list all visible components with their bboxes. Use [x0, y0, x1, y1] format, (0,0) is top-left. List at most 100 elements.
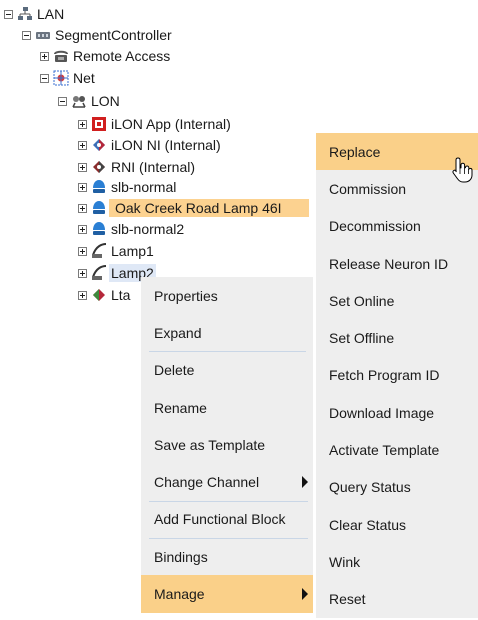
menu-item-add-functional-block[interactable]: Add Functional Block [141, 501, 314, 538]
tree-node-lamp1[interactable]: Lamp1 [78, 241, 156, 261]
menu-item-label: Bindings [154, 548, 208, 565]
collapse-icon[interactable] [40, 73, 49, 83]
submenu-item-activate-template[interactable]: Activate Template [316, 431, 478, 468]
controller-icon [35, 27, 51, 43]
menu-item-change-channel[interactable]: Change Channel [141, 463, 314, 500]
tree-node-ilon-ni[interactable]: iLON NI (Internal) [78, 135, 223, 155]
menu-item-label: Manage [154, 586, 205, 603]
phone-icon [53, 48, 69, 64]
menu-item-label: Replace [329, 143, 381, 160]
menu-item-label: Release Neuron ID [329, 255, 449, 272]
menu-item-label: Change Channel [154, 474, 260, 491]
tree-label: Remote Access [73, 48, 171, 64]
menu-item-label: Query Status [329, 479, 411, 496]
expand-icon[interactable] [78, 140, 87, 150]
app-icon [91, 116, 107, 132]
menu-item-label: Decommission [329, 218, 421, 235]
network-icon [17, 6, 33, 22]
expand-icon[interactable] [78, 268, 87, 278]
tree-label: iLON NI (Internal) [111, 137, 221, 153]
menu-item-manage[interactable]: Manage [141, 575, 314, 613]
tree-label: Net [73, 70, 95, 86]
expand-icon[interactable] [78, 224, 87, 234]
collapse-icon[interactable] [58, 96, 67, 106]
menu-item-label: Save as Template [154, 436, 266, 453]
tree-node-oak-creek[interactable]: Oak Creek Road Lamp 46I [78, 198, 309, 218]
streetlight-icon [91, 221, 107, 237]
submenu-item-query-status[interactable]: Query Status [316, 469, 478, 506]
expand-icon[interactable] [78, 290, 87, 300]
expand-icon[interactable] [78, 119, 87, 129]
menu-item-label: Clear Status [329, 516, 407, 533]
expand-icon[interactable] [78, 246, 87, 256]
tree-node-rni[interactable]: RNI (Internal) [78, 157, 197, 177]
lamp-icon [91, 265, 107, 281]
lamp-icon [91, 243, 107, 259]
menu-item-save-as-template[interactable]: Save as Template [141, 426, 314, 463]
menu-item-label: Properties [154, 287, 218, 304]
expand-icon[interactable] [78, 182, 87, 192]
tree-label: LON [91, 93, 120, 109]
submenu-item-set-offline[interactable]: Set Offline [316, 319, 478, 356]
submenu-item-fetch-program-id[interactable]: Fetch Program ID [316, 357, 478, 394]
collapse-icon[interactable] [22, 30, 31, 40]
manage-submenu: Replace Commission Decommission Release … [316, 133, 478, 618]
submenu-item-reset[interactable]: Reset [316, 581, 478, 618]
streetlight-icon [91, 200, 107, 216]
submenu-item-wink[interactable]: Wink [316, 543, 478, 580]
tree-label-selected: Oak Creek Road Lamp 46I [109, 199, 309, 217]
tree-label: iLON App (Internal) [111, 116, 231, 132]
net-icon [53, 70, 69, 86]
tree-label: slb-normal2 [111, 221, 185, 237]
tree-node-lta[interactable]: Lta [78, 285, 132, 305]
submenu-item-release-neuron-id[interactable]: Release Neuron ID [316, 245, 478, 282]
tree-label: slb-normal [111, 179, 177, 195]
menu-item-delete[interactable]: Delete [141, 352, 314, 389]
expand-icon[interactable] [40, 51, 49, 61]
expand-icon[interactable] [78, 162, 87, 172]
menu-item-label: Commission [329, 180, 407, 197]
collapse-icon[interactable] [4, 9, 13, 19]
tree-node-segment-controller[interactable]: SegmentController [22, 25, 174, 45]
menu-item-bindings[interactable]: Bindings [141, 538, 314, 575]
menu-item-label: Add Functional Block [154, 511, 286, 528]
menu-item-label: Rename [154, 399, 207, 416]
tree-label: LAN [37, 6, 65, 22]
menu-item-label: Reset [329, 591, 366, 608]
menu-item-rename[interactable]: Rename [141, 389, 314, 426]
tree-node-lon[interactable]: LON [58, 91, 122, 111]
menu-item-label: Fetch Program ID [329, 367, 440, 384]
context-menu: Properties Expand Delete Rename Save as … [141, 277, 314, 613]
tree-node-slb-normal[interactable]: slb-normal [78, 177, 178, 197]
tree-node-net[interactable]: Net [40, 68, 97, 88]
menu-item-label: Expand [154, 324, 202, 341]
tree-node-remote-access[interactable]: Remote Access [40, 46, 172, 66]
menu-divider [313, 277, 314, 613]
menu-item-label: Download Image [329, 404, 435, 421]
submenu-item-decommission[interactable]: Decommission [316, 208, 478, 245]
device-icon [91, 159, 107, 175]
menu-item-label: Wink [329, 553, 361, 570]
tree-node-slb-normal2[interactable]: slb-normal2 [78, 219, 186, 239]
menu-item-label: Set Offline [329, 330, 395, 347]
menu-item-properties[interactable]: Properties [141, 277, 314, 314]
tree-label: Lamp1 [111, 243, 154, 259]
submenu-arrow-icon [302, 588, 308, 601]
submenu-arrow-icon [302, 476, 308, 489]
tree-node-ilon-app[interactable]: iLON App (Internal) [78, 114, 233, 134]
expand-icon[interactable] [78, 203, 87, 213]
menu-item-expand[interactable]: Expand [141, 314, 314, 351]
tree-node-lan[interactable]: LAN [4, 4, 66, 24]
lon-network-icon [71, 93, 87, 109]
hand-cursor-icon [452, 157, 473, 183]
submenu-item-download-image[interactable]: Download Image [316, 394, 478, 431]
submenu-item-set-online[interactable]: Set Online [316, 282, 478, 319]
tree-label: RNI (Internal) [111, 159, 196, 175]
tree-label: Lta [111, 287, 131, 303]
submenu-item-clear-status[interactable]: Clear Status [316, 506, 478, 543]
menu-item-label: Set Online [329, 292, 395, 309]
menu-item-label: Activate Template [329, 442, 440, 459]
menu-item-label: Delete [154, 362, 195, 379]
tree-label: SegmentController [55, 27, 172, 43]
device-icon [91, 287, 107, 303]
